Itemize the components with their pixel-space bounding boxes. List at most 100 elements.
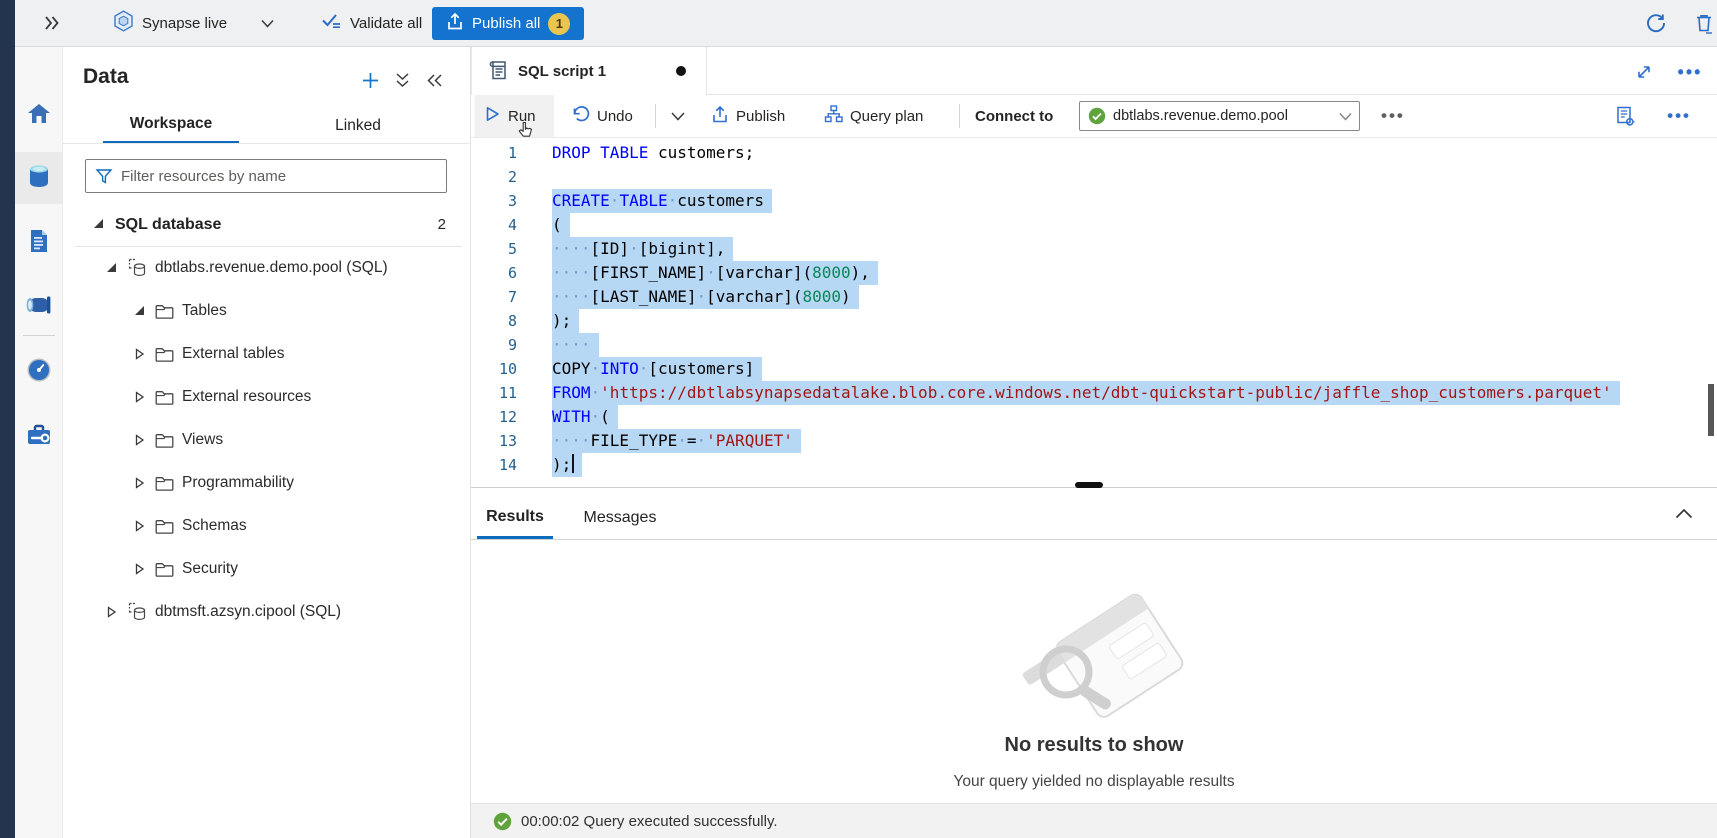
top-command-bar: Synapse live Validate all Publish all 1 <box>15 0 1717 47</box>
tree-root-sql-database[interactable]: SQL database 2 <box>63 203 470 246</box>
database-icon <box>127 602 147 621</box>
trash-icon[interactable] <box>1693 0 1715 46</box>
tree-item-schemas[interactable]: Schemas <box>63 504 470 547</box>
tab-workspace[interactable]: Workspace <box>103 107 239 144</box>
document-icon <box>27 228 51 259</box>
line-number: 5 <box>471 237 517 261</box>
rail-item-manage[interactable] <box>15 411 63 463</box>
mouse-cursor <box>517 121 533 139</box>
publish-button[interactable]: Publish <box>703 95 793 137</box>
tree-item-views[interactable]: Views <box>63 418 470 461</box>
collapsed-caret-icon[interactable] <box>131 477 147 489</box>
tree-item-external-tables[interactable]: External tables <box>63 332 470 375</box>
run-button[interactable]: Run <box>475 95 554 137</box>
add-resource-button[interactable] <box>359 69 381 91</box>
folder-icon <box>155 303 174 319</box>
code-line-9[interactable]: 9···· <box>471 333 1717 357</box>
code-line-8[interactable]: 8); <box>471 309 1717 333</box>
validate-all-label: Validate all <box>350 15 422 32</box>
sql-code-editor[interactable]: 1 DROP TABLE customers;23CREATE·TABLE·cus… <box>471 138 1717 487</box>
code-line-11[interactable]: 11 FROM·'https://dbtlabsynapsedatalake.bl… <box>471 381 1717 405</box>
tree-item-dbtmsft-azsyn-cipool-sql[interactable]: dbtmsft.azsyn.cipool (SQL) <box>63 590 470 633</box>
line-number: 11 <box>471 381 517 405</box>
tree-item-programmability[interactable]: Programmability <box>63 461 470 504</box>
code-line-1[interactable]: 1 DROP TABLE customers; <box>471 141 1717 165</box>
filter-resources-input[interactable] <box>121 168 446 185</box>
tab-more-actions[interactable]: ••• <box>1679 61 1701 83</box>
code-line-7[interactable]: 7····[LAST_NAME]·[varchar](8000) <box>471 285 1717 309</box>
folder-icon <box>155 389 174 405</box>
unsaved-changes-dot <box>676 66 686 76</box>
tab-linked[interactable]: Linked <box>303 107 413 144</box>
collapse-panel-icon[interactable] <box>423 69 445 91</box>
rail-item-integrate[interactable] <box>15 281 63 333</box>
collapsed-caret-icon[interactable] <box>131 520 147 532</box>
collapsed-caret-icon[interactable] <box>131 391 147 403</box>
line-number: 12 <box>471 405 517 429</box>
publish-all-button[interactable]: Publish all 1 <box>432 7 584 40</box>
line-number: 7 <box>471 285 517 309</box>
text-cursor <box>572 454 574 473</box>
toolbar-divider <box>959 104 960 128</box>
tab-sql-script-1[interactable]: SQL script 1 <box>471 47 707 95</box>
connect-to-pool-dropdown[interactable]: dbtlabs.revenue.demo.pool <box>1079 101 1360 131</box>
line-content: ····FILE_TYPE·=·'PARQUET' <box>552 429 801 453</box>
collapsed-caret-icon[interactable] <box>131 348 147 360</box>
double-chevron-right-icon[interactable] <box>43 0 61 46</box>
collapse-results-chevron[interactable] <box>1675 506 1693 524</box>
rail-item-data[interactable] <box>15 152 63 204</box>
expand-editor-icon[interactable] <box>1633 61 1655 83</box>
line-number: 1 <box>471 141 517 165</box>
collapsed-caret-icon[interactable] <box>103 606 119 618</box>
collapsed-caret-icon[interactable] <box>131 563 147 575</box>
empty-results-subtitle: Your query yielded no displayable result… <box>471 773 1717 791</box>
rail-item-home[interactable] <box>15 90 63 142</box>
toolbar-more-actions[interactable]: ••• <box>1373 95 1413 137</box>
editor-more-actions[interactable]: ••• <box>1659 95 1699 137</box>
undo-button[interactable]: Undo <box>563 95 641 137</box>
tree-item-tables[interactable]: Tables <box>63 289 470 332</box>
publish-count-badge: 1 <box>548 13 570 35</box>
validate-all-button[interactable]: Validate all <box>321 0 422 46</box>
tab-messages[interactable]: Messages <box>577 497 663 539</box>
tab-results[interactable]: Results <box>477 497 553 539</box>
code-line-6[interactable]: 6····[FIRST_NAME]·[varchar](8000), <box>471 261 1717 285</box>
code-line-3[interactable]: 3CREATE·TABLE·customers <box>471 189 1717 213</box>
query-plan-button[interactable]: Query plan <box>816 95 931 137</box>
tab-messages-label: Messages <box>584 509 657 527</box>
undo-icon <box>571 105 590 127</box>
line-content: FROM·'https://dbtlabsynapsedatalake.blob… <box>552 381 1620 405</box>
rail-item-develop[interactable] <box>15 217 63 269</box>
code-line-2[interactable]: 2 <box>471 165 1717 189</box>
code-line-4[interactable]: 4( <box>471 213 1717 237</box>
code-line-5[interactable]: 5····[ID]·[bigint], <box>471 237 1717 261</box>
tree-item-label: External tables <box>182 345 285 363</box>
collapsed-caret-icon[interactable] <box>131 434 147 446</box>
line-number: 13 <box>471 429 517 453</box>
environment-label: Synapse live <box>142 15 227 32</box>
tree-item-dbtlabs-revenue-demo-pool-sql[interactable]: dbtlabs.revenue.demo.pool (SQL) <box>63 246 470 289</box>
pool-name: dbtlabs.revenue.demo.pool <box>1113 108 1288 124</box>
double-chevron-down-icon[interactable] <box>391 69 413 91</box>
main-content: SQL script 1 ••• Run Undo <box>471 47 1717 838</box>
editor-toolbar: Run Undo Publish Query plan Connect to <box>471 95 1717 138</box>
code-line-13[interactable]: 13 ····FILE_TYPE·=·'PARQUET' <box>471 429 1717 453</box>
run-options-chevron[interactable] <box>663 95 693 137</box>
refresh-icon[interactable] <box>1645 0 1667 46</box>
editor-scrollbar-thumb[interactable] <box>1708 384 1714 436</box>
expanded-caret-icon[interactable] <box>103 262 119 273</box>
gauge-icon <box>26 357 52 388</box>
tree-item-label: dbtlabs.revenue.demo.pool (SQL) <box>155 259 388 277</box>
rail-item-monitor[interactable] <box>15 346 63 398</box>
code-line-12[interactable]: 12WITH·( <box>471 405 1717 429</box>
tab-results-label: Results <box>486 508 544 526</box>
code-line-14[interactable]: 14); <box>471 453 1717 477</box>
tree-item-security[interactable]: Security <box>63 547 470 590</box>
line-content: DROP TABLE customers; <box>552 141 754 165</box>
line-content: ···· <box>552 333 599 357</box>
expanded-caret-icon[interactable] <box>131 305 147 316</box>
environment-switcher[interactable]: Synapse live <box>113 0 274 46</box>
tree-item-external-resources[interactable]: External resources <box>63 375 470 418</box>
code-line-10[interactable]: 10COPY·INTO·[customers] <box>471 357 1717 381</box>
properties-icon[interactable] <box>1607 95 1643 137</box>
